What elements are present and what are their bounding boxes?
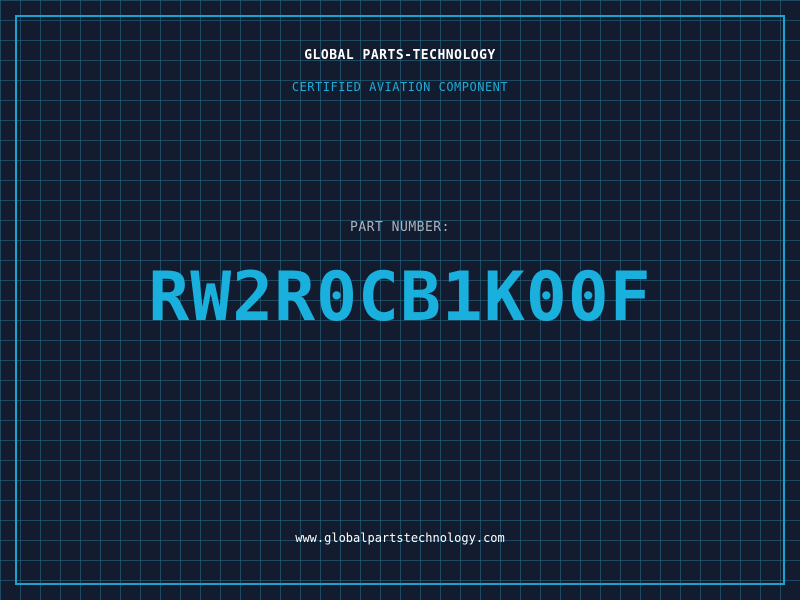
company-name: GLOBAL PARTS-TECHNOLOGY: [304, 48, 496, 63]
certificate-card: GLOBAL PARTS-TECHNOLOGY CERTIFIED AVIATI…: [0, 0, 800, 600]
part-number-value: RW2R0CB1K00F: [148, 258, 652, 337]
website-url[interactable]: www.globalpartstechnology.com: [0, 531, 800, 545]
part-number-label: PART NUMBER:: [350, 220, 450, 235]
certification-subtitle: CERTIFIED AVIATION COMPONENT: [291, 80, 509, 94]
